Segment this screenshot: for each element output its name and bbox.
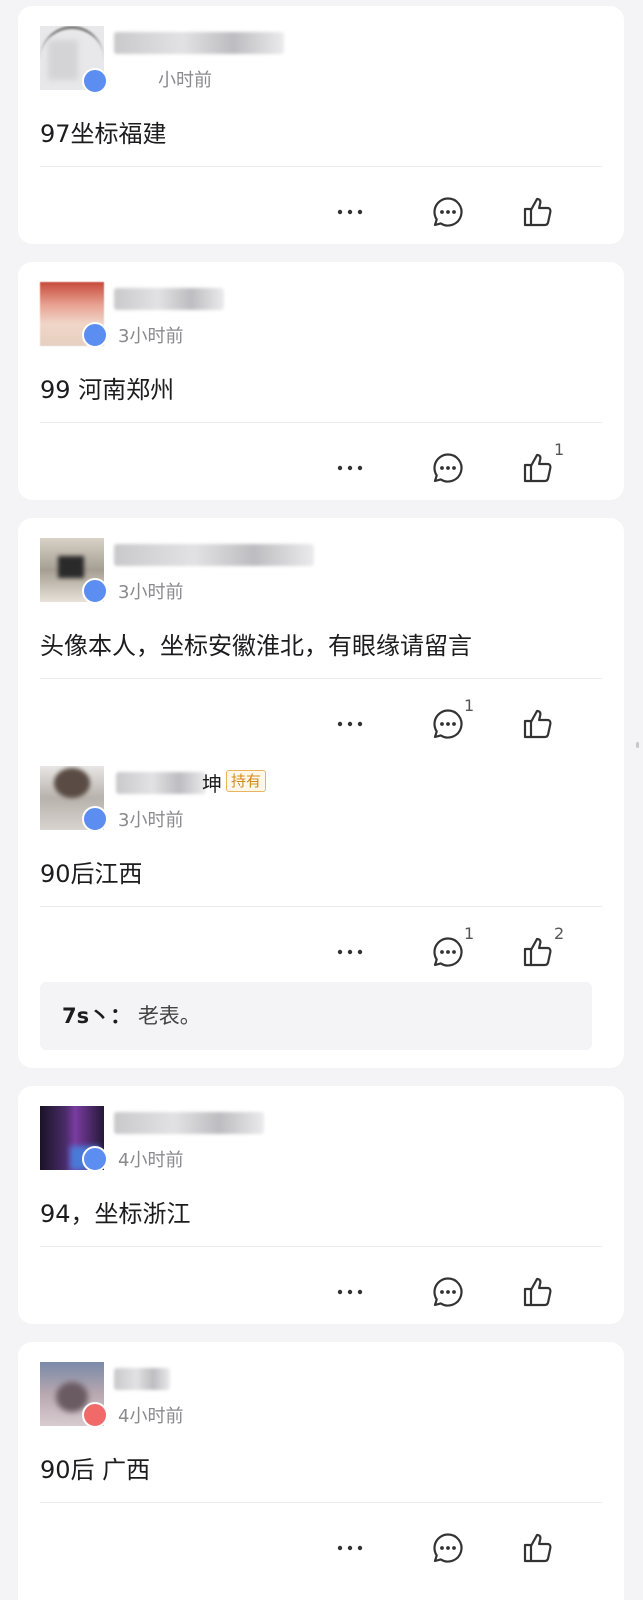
like-button[interactable]: [514, 1272, 562, 1312]
reply-author[interactable]: 7s丶：: [62, 1004, 131, 1028]
divider: [40, 678, 602, 679]
like-count: 2: [554, 924, 565, 943]
comment-card: 小时前 97坐标福建: [18, 6, 624, 244]
holder-tag: 持有: [226, 770, 267, 792]
post-actions: [18, 192, 624, 232]
username-blurred[interactable]: [114, 288, 224, 310]
thumbs-up-icon: [523, 1533, 552, 1563]
more-dots-icon: [337, 465, 363, 471]
reply-text: 老表。: [137, 1004, 201, 1028]
more-button[interactable]: [326, 1528, 374, 1568]
post-time: 小时前: [158, 70, 212, 91]
reply-button[interactable]: [424, 1272, 472, 1312]
verified-badge-icon: [82, 68, 108, 94]
thumbs-up-icon: [523, 709, 552, 739]
more-dots-icon: [337, 209, 363, 215]
reply-button[interactable]: 1: [424, 696, 474, 744]
like-button[interactable]: [514, 704, 562, 744]
divider: [40, 166, 602, 167]
more-dots-icon: [337, 1545, 363, 1551]
comment-card: 4小时前 94，坐标浙江: [18, 1086, 624, 1324]
post-content: 90后 广西: [40, 1456, 151, 1484]
reply-button[interactable]: 1: [424, 924, 474, 972]
thumbs-up-icon: [523, 453, 552, 483]
username-blurred[interactable]: [114, 1112, 264, 1134]
like-count: 1: [554, 440, 565, 459]
comment-card: 3小时前 99 河南郑州 1: [18, 262, 624, 500]
like-button[interactable]: [514, 1528, 562, 1568]
more-button[interactable]: [326, 192, 374, 232]
divider: [40, 422, 602, 423]
reply-button[interactable]: [424, 1528, 472, 1568]
like-button[interactable]: 1: [514, 440, 564, 488]
verified-badge-icon: [82, 1146, 108, 1172]
reply-button[interactable]: [424, 192, 472, 232]
like-button[interactable]: [514, 192, 562, 232]
divider: [40, 1502, 602, 1503]
comment-feed: 小时前 97坐标福建 3小时前 99 河南郑州 1 3小时前 头像本人，坐标安徽…: [0, 0, 643, 1600]
more-dots-icon: [337, 949, 363, 955]
more-button[interactable]: [326, 704, 374, 744]
comment-card: 3小时前 头像本人，坐标安徽淮北，有眼缘请留言 1 坤 持有 3小时前 90后江…: [18, 518, 624, 1068]
scrollbar[interactable]: [636, 742, 639, 748]
comment-card: 4小时前 90后 广西: [18, 1342, 624, 1600]
post-actions: 1 2: [18, 924, 624, 972]
verified-badge-icon: [82, 578, 108, 604]
reply-preview[interactable]: 7s丶： 老表。: [40, 982, 592, 1050]
post-content: 99 河南郑州: [40, 376, 175, 404]
post-actions: 1: [18, 696, 624, 744]
post-time: 3小时前: [118, 582, 184, 603]
username-blurred[interactable]: [114, 32, 284, 54]
verified-badge-icon: [82, 322, 108, 348]
post-content: 头像本人，坐标安徽淮北，有眼缘请留言: [40, 632, 472, 660]
thumbs-up-icon: [523, 1277, 552, 1307]
post-time: 4小时前: [118, 1150, 184, 1171]
comment-bubble-icon: [433, 709, 463, 739]
post-time: 4小时前: [118, 1406, 184, 1427]
divider: [40, 906, 602, 907]
like-button[interactable]: 2: [514, 924, 564, 972]
more-button[interactable]: [326, 1272, 374, 1312]
comment-bubble-icon: [433, 1277, 463, 1307]
more-button[interactable]: [326, 448, 374, 488]
comment-bubble-icon: [433, 197, 463, 227]
divider: [40, 1246, 602, 1247]
verified-badge-icon: [82, 806, 108, 832]
more-button[interactable]: [326, 932, 374, 972]
reply-count: 1: [464, 696, 475, 715]
username-suffix[interactable]: 坤: [202, 768, 222, 797]
post-actions: 1: [18, 440, 624, 488]
more-dots-icon: [337, 721, 363, 727]
thumbs-up-icon: [523, 937, 552, 967]
username-blurred[interactable]: [114, 544, 314, 566]
post-time: 3小时前: [118, 810, 184, 831]
reply-button[interactable]: [424, 448, 472, 488]
comment-bubble-icon: [433, 1533, 463, 1563]
username-blurred[interactable]: [114, 1368, 170, 1390]
post-time: 3小时前: [118, 326, 184, 347]
post-content: 90后江西: [40, 860, 143, 888]
comment-bubble-icon: [433, 453, 463, 483]
more-dots-icon: [337, 1289, 363, 1295]
thumbs-up-icon: [523, 197, 552, 227]
post-content: 94，坐标浙江: [40, 1200, 191, 1228]
post-actions: [18, 1528, 624, 1568]
post-actions: [18, 1272, 624, 1312]
username-blurred[interactable]: [116, 772, 206, 794]
vip-badge-icon: [82, 1402, 108, 1428]
comment-bubble-icon: [433, 937, 463, 967]
reply-count: 1: [464, 924, 475, 943]
post-content: 97坐标福建: [40, 120, 167, 148]
